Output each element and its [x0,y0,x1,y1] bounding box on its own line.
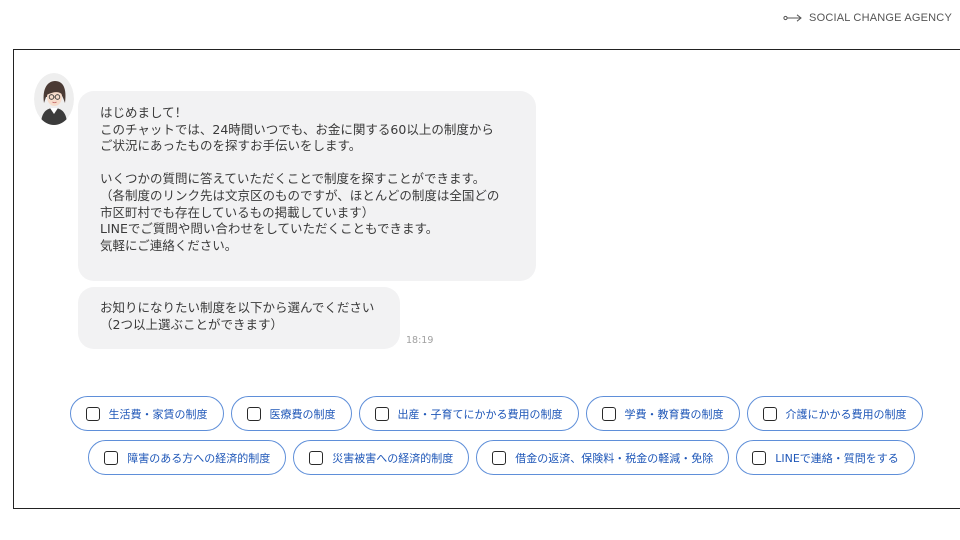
message-line: 気軽にご連絡ください。 [100,237,238,253]
option-education[interactable]: 学費・教育費の制度 [585,396,740,431]
message-line: お知りになりたい制度を以下から選んでください [100,300,375,315]
message-line: はじめまして！ [100,105,188,120]
checkbox[interactable] [601,406,616,421]
option-disability[interactable]: 障害のある方への経済的制度 [88,440,287,475]
option-label: 医療費の制度 [269,407,336,421]
checkbox[interactable] [492,450,507,465]
message-line: 市区町村でも存在しているもの掲載しています） [100,204,375,220]
option-row: 生活費・家賃の制度 医療費の制度 出産・子育てにかかる費用の制度 学費・教育費の… [14,396,959,431]
arrow-right-icon [783,14,802,22]
option-living-expenses[interactable]: 生活費・家賃の制度 [69,396,224,431]
message-line: いくつかの質問に答えていただくことで制度を探すことができます。 [100,171,486,187]
message-timestamp: 18:19 [406,335,434,346]
checkbox[interactable] [104,450,119,465]
option-label: 生活費・家賃の制度 [108,407,208,421]
message-line: LINEでご質問や問い合わせをしていただくこともできます。 [100,221,439,237]
option-list: 生活費・家賃の制度 医療費の制度 出産・子育てにかかる費用の制度 学費・教育費の… [14,396,959,475]
option-disaster[interactable]: 災害被害への経済的制度 [293,440,470,475]
option-debt-tax-relief[interactable]: 借金の返済、保険料・税金の軽減・免除 [476,440,730,475]
bot-message-prompt: お知りになりたい制度を以下から選んでください （2つ以上選ぶことができます） [78,287,400,349]
chat-window: はじめまして！ このチャットでは、24時間いつでも、お金に関する60以上の制度か… [13,49,960,509]
option-label: 借金の返済、保険料・税金の軽減・免除 [515,451,714,465]
message-line-blank [100,155,524,172]
option-label: 災害被害への経済的制度 [332,451,454,465]
option-nursing-care[interactable]: 介護にかかる費用の制度 [746,396,923,431]
message-line: このチャットでは、24時間いつでも、お金に関する60以上の制度から [100,121,494,137]
checkbox[interactable] [762,406,777,421]
option-medical[interactable]: 医療費の制度 [230,396,352,431]
checkbox[interactable] [309,450,324,465]
option-label: 学費・教育費の制度 [624,407,724,421]
option-line-contact[interactable]: LINEで連絡・質問をする [736,440,915,475]
woman-avatar-icon [34,73,74,125]
option-label: LINEで連絡・質問をする [775,451,899,465]
checkbox[interactable] [85,406,100,421]
message-line: （各制度のリンク先は文京区のものですが、ほとんどの制度は全国どの [100,187,500,203]
brand-header: SOCIAL CHANGE AGENCY [783,12,952,24]
option-row: 障害のある方への経済的制度 災害被害への経済的制度 借金の返済、保険料・税金の軽… [14,440,959,475]
bot-message-greeting: はじめまして！ このチャットでは、24時間いつでも、お金に関する60以上の制度か… [78,91,536,281]
option-label: 出産・子育てにかかる費用の制度 [397,407,563,421]
option-childbirth-childcare[interactable]: 出産・子育てにかかる費用の制度 [358,396,579,431]
message-line: （2つ以上選ぶことができます） [100,316,283,332]
checkbox[interactable] [246,406,261,421]
option-label: 障害のある方への経済的制度 [127,451,271,465]
brand-name: SOCIAL CHANGE AGENCY [809,12,952,24]
checkbox[interactable] [374,406,389,421]
message-line: ご状況にあったものを探すお手伝いをします。 [100,138,362,154]
checkbox[interactable] [752,450,767,465]
option-label: 介護にかかる費用の制度 [785,407,907,421]
